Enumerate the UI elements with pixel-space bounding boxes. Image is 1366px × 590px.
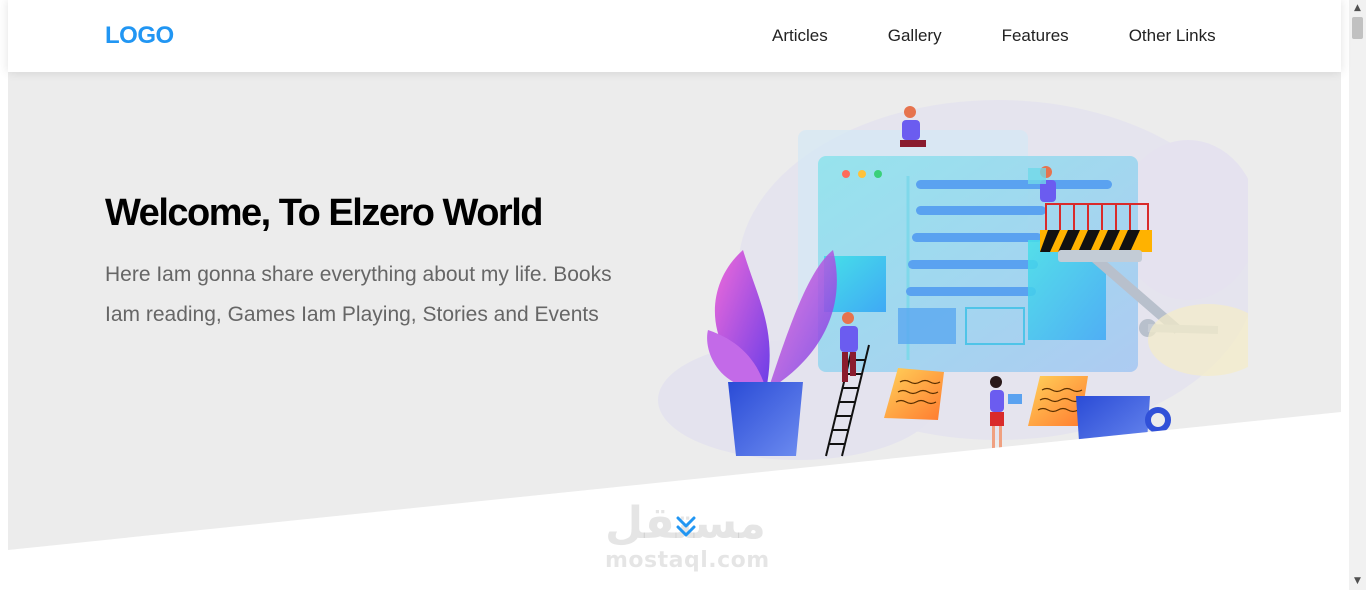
hero-description: Here Iam gonna share everything about my…	[105, 263, 612, 326]
hero-illustration	[658, 100, 1248, 460]
nav-link-articles[interactable]: Articles	[772, 26, 828, 46]
chevron-double-down-icon	[676, 516, 696, 537]
nav-link-features[interactable]: Features	[1002, 26, 1069, 46]
scroll-down-icon[interactable]	[676, 514, 696, 542]
scroll-up-arrow-icon[interactable]: ▲	[1349, 0, 1366, 17]
watermark-latin: mostaql.com	[605, 548, 770, 573]
hero-section: Welcome, To Elzero World Here Iam gonna …	[8, 72, 1341, 550]
hero-title: Welcome, To Elzero World	[105, 192, 543, 234]
nav-link-gallery[interactable]: Gallery	[888, 26, 942, 46]
logo-link[interactable]: LOGO	[105, 22, 174, 50]
main-nav: Articles Gallery Features Other Links	[772, 26, 1216, 46]
scroll-thumb[interactable]	[1352, 17, 1363, 39]
nav-link-other-links[interactable]: Other Links	[1129, 26, 1216, 46]
page: LOGO Articles Gallery Features Other Lin…	[8, 0, 1341, 590]
scroll-down-arrow-icon[interactable]: ▼	[1349, 573, 1366, 590]
page-scrollbar[interactable]: ▲ ▼	[1349, 0, 1366, 590]
site-header: LOGO Articles Gallery Features Other Lin…	[8, 0, 1341, 72]
